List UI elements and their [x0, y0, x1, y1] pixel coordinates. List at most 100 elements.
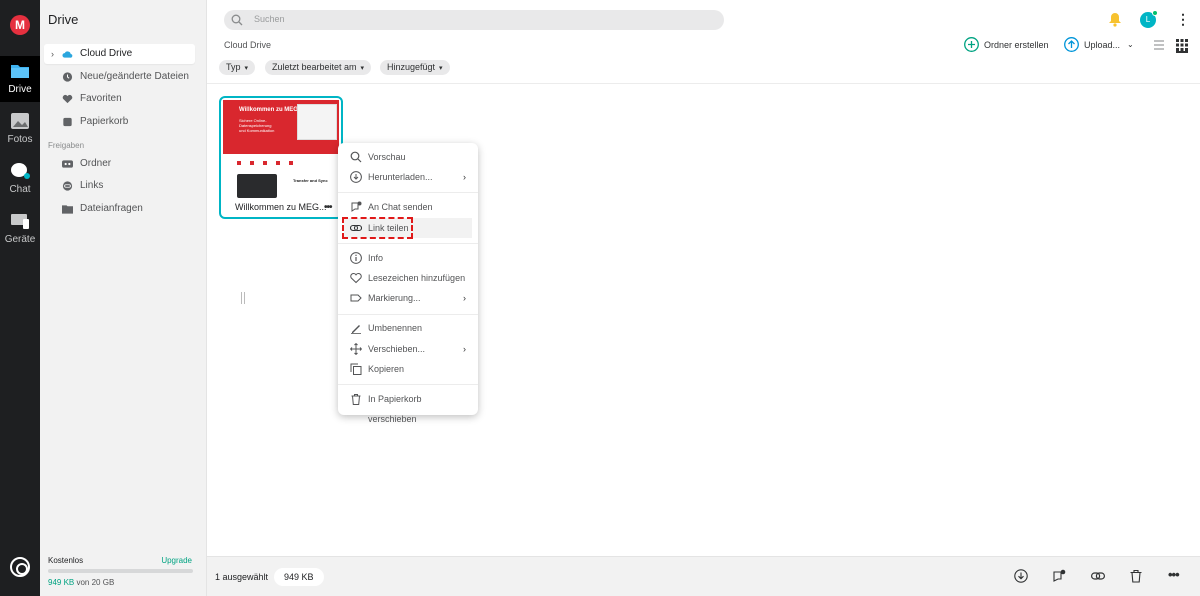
sidebar-resize-handle[interactable]	[241, 292, 245, 304]
create-folder-button[interactable]: Ordner erstellen	[964, 37, 1049, 53]
selection-size: 949 KB	[274, 568, 324, 586]
breadcrumb[interactable]: Cloud Drive	[224, 40, 271, 50]
menu-item-copy[interactable]: Kopieren	[344, 359, 472, 379]
online-status-dot	[1152, 10, 1158, 16]
rail-item-chat[interactable]: Chat	[0, 156, 40, 202]
sidebar-item-cloud-drive[interactable]: › Cloud Drive	[44, 44, 195, 64]
trash-icon[interactable]	[1129, 569, 1143, 583]
thumbnail-section-title: Transfer and Sync	[293, 178, 328, 183]
filter-type[interactable]: Typ ▾	[219, 60, 256, 75]
filter-added[interactable]: Hinzugefügt ▾	[380, 60, 450, 75]
search-icon	[231, 14, 243, 26]
search-icon	[350, 151, 362, 163]
chevron-right-icon[interactable]: ›	[51, 44, 54, 64]
info-icon	[350, 252, 362, 264]
rail-item-photos[interactable]: Fotos	[0, 106, 40, 152]
sidebar-item-trash[interactable]: Papierkorb	[44, 112, 195, 132]
menu-separator	[338, 384, 478, 385]
more-vertical-icon[interactable]: ⋮	[1176, 12, 1190, 28]
copy-icon	[350, 363, 362, 375]
menu-item-move-to-trash[interactable]: In Papierkorb verschieben	[344, 389, 472, 424]
more-horizontal-icon[interactable]: •••	[324, 202, 332, 213]
menu-separator	[338, 243, 478, 244]
filter-last-modified[interactable]: Zuletzt bearbeitet am ▾	[265, 60, 372, 75]
file-card[interactable]: Willkommen zu MEGA Sichere Online-Datens…	[219, 96, 343, 219]
trash-icon	[63, 117, 72, 127]
clock-icon	[62, 72, 73, 82]
grid-view-icon[interactable]	[1176, 39, 1188, 53]
search-bar[interactable]: Suchen	[224, 10, 724, 30]
chevron-right-icon: ›	[463, 293, 466, 303]
menu-item-send-to-chat[interactable]: An Chat senden	[344, 197, 472, 217]
menu-item-rename[interactable]: Umbenennen	[344, 318, 472, 338]
upgrade-link[interactable]: Upgrade	[161, 556, 192, 565]
sidebar-item-links[interactable]: Links	[44, 176, 195, 196]
add-circle-icon	[964, 37, 979, 52]
chevron-down-icon: ▾	[439, 65, 443, 72]
mega-logo[interactable]: M	[10, 15, 30, 35]
download-icon	[350, 171, 362, 183]
highlight-annotation	[342, 217, 413, 239]
chevron-right-icon: ›	[463, 172, 466, 182]
heart-icon	[350, 273, 362, 284]
download-icon[interactable]	[1014, 569, 1028, 583]
thumbnail-screenshot	[297, 104, 337, 140]
storage-usage: 949 KB von 20 GB	[48, 578, 114, 587]
menu-separator	[338, 314, 478, 315]
trash-icon	[351, 394, 361, 405]
chevron-down-icon: ▾	[244, 65, 249, 72]
more-horizontal-icon[interactable]: •••	[1168, 567, 1180, 582]
link-icon[interactable]	[1091, 569, 1105, 583]
rail-item-devices[interactable]: Geräte	[0, 206, 40, 252]
menu-item-move[interactable]: Verschieben... ›	[344, 339, 472, 359]
sidebar-title: Drive	[48, 12, 79, 27]
chevron-down-icon: ⌄	[1127, 40, 1134, 49]
selection-count: 1 ausgewählt	[215, 572, 269, 582]
move-icon	[350, 343, 362, 355]
pencil-icon	[351, 325, 361, 334]
upload-button[interactable]: Upload... ⌄	[1064, 37, 1139, 53]
sidebar-item-file-requests[interactable]: Dateianfragen	[44, 199, 195, 219]
thumbnail-subtitle: Sichere Online-Datenspeicherung und Komm…	[239, 118, 275, 133]
shared-section-label: Freigaben	[48, 141, 85, 150]
thumbnail-laptop	[237, 174, 277, 198]
toolbar-divider	[207, 83, 1200, 84]
chevron-right-icon: ›	[463, 344, 466, 354]
shared-folder-icon	[62, 160, 73, 168]
sidebar-item-favourites[interactable]: Favoriten	[44, 89, 195, 109]
storage-total: von 20 GB	[76, 578, 115, 587]
notification-bell-icon[interactable]	[1108, 12, 1122, 27]
cloud-icon	[62, 51, 73, 58]
upload-icon	[1064, 37, 1079, 52]
chat-send-icon[interactable]	[1052, 569, 1066, 583]
list-view-icon[interactable]	[1153, 39, 1165, 51]
file-name: Willkommen zu MEG...	[235, 202, 327, 212]
transfer-manager-icon[interactable]	[10, 557, 30, 577]
chat-send-icon	[351, 201, 362, 212]
sidebar-item-recent[interactable]: Neue/geänderte Dateien	[44, 67, 195, 87]
menu-item-info[interactable]: Info	[344, 248, 472, 268]
storage-plan: Kostenlos	[48, 556, 84, 565]
menu-item-preview[interactable]: Vorschau	[344, 147, 472, 167]
chat-icon	[11, 163, 30, 179]
menu-item-label[interactable]: Markierung... ›	[344, 288, 472, 308]
menu-item-download[interactable]: Herunterladen... ›	[344, 167, 472, 187]
file-thumbnail: Willkommen zu MEGA Sichere Online-Datens…	[223, 100, 339, 200]
sidebar-item-shared-folders[interactable]: Ordner	[44, 154, 195, 174]
rail-item-drive[interactable]: Drive	[0, 56, 40, 102]
label-icon	[350, 294, 362, 302]
thumbnail-icons	[237, 156, 337, 166]
selection-bar: 1 ausgewählt 949 KB •••	[207, 556, 1200, 596]
chevron-down-icon: ▾	[360, 65, 365, 72]
context-menu: Vorschau Herunterladen... › An Chat send…	[338, 143, 478, 424]
thumbnail-title: Willkommen zu MEGA	[239, 107, 303, 113]
menu-separator	[338, 192, 478, 193]
folder-icon	[11, 65, 29, 78]
menu-item-add-bookmark[interactable]: Lesezeichen hinzufügen	[344, 268, 472, 288]
app-rail: M Drive Fotos Chat Geräte	[0, 0, 40, 596]
link-icon	[62, 181, 73, 191]
heart-icon	[62, 94, 73, 104]
scrollbar[interactable]	[1193, 84, 1199, 554]
sidebar: Drive › Cloud Drive Neue/geänderte Datei…	[40, 0, 245, 596]
search-input[interactable]: Suchen	[254, 14, 285, 24]
